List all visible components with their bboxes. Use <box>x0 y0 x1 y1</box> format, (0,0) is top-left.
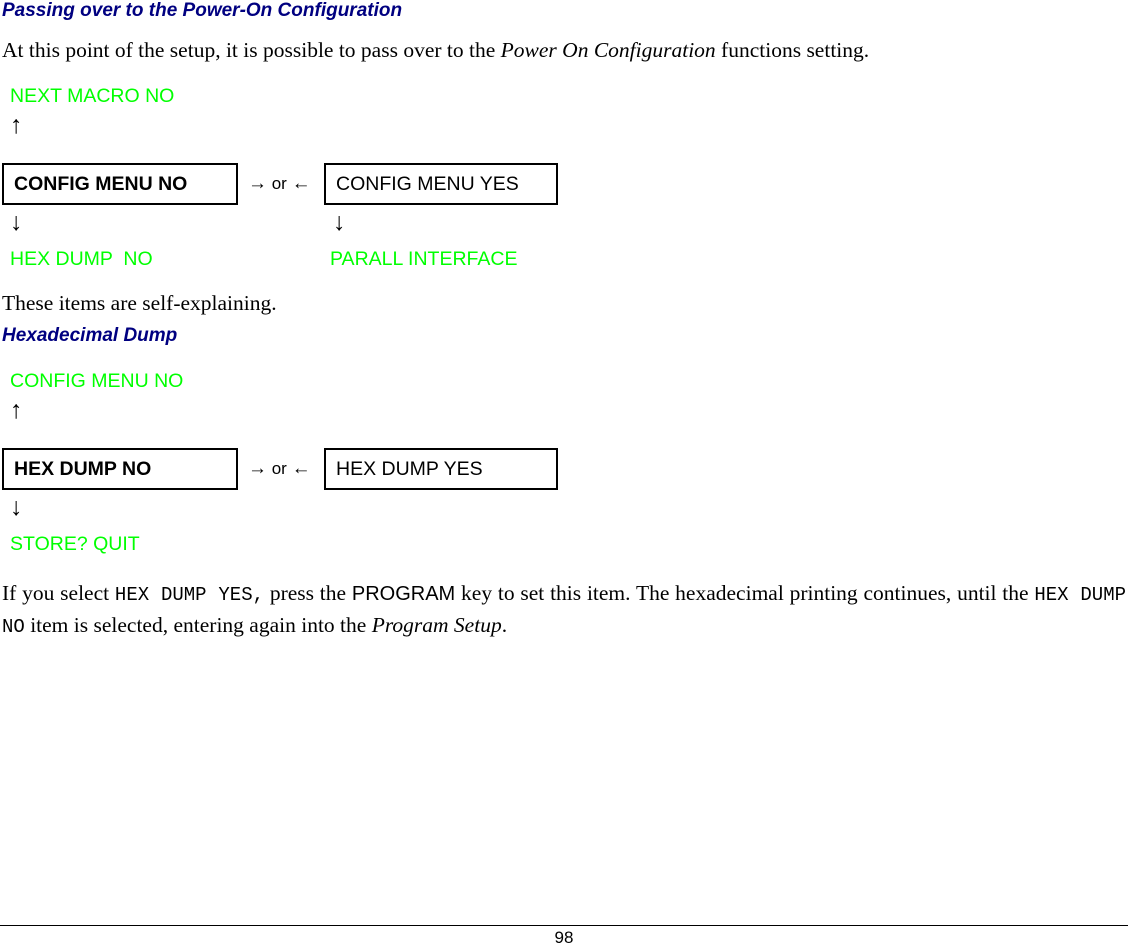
up-arrow-icon: ↑ <box>10 397 23 424</box>
heading-hexadecimal-dump: Hexadecimal Dump <box>2 325 178 346</box>
lcd-box-config-menu-yes-label: CONFIG MENU YES <box>336 172 519 195</box>
right-arrow-icon: → <box>248 173 267 194</box>
left-arrow-icon: ← <box>291 458 311 479</box>
down-arrow-right-icon: ↓ <box>333 209 346 236</box>
intro-term-power-on-configuration: Power On Configuration <box>500 38 716 62</box>
lcd-label-store-quit: STORE? QUIT <box>10 533 140 555</box>
down-arrow-left-icon: ↓ <box>10 494 23 521</box>
intro-text-after: functions setting. <box>715 38 870 62</box>
lcd-box-hex-dump-no-label: HEX DUMP NO <box>14 457 152 480</box>
heading-passing-over-to-power-on-configuration: Passing over to the Power-On Configurati… <box>2 0 403 21</box>
document-page: Passing over to the Power-On Configurati… <box>0 0 1128 948</box>
left-arrow-icon: ← <box>291 173 311 194</box>
final-key-program: PROGRAM <box>351 583 456 605</box>
final-text-4: item is selected, entering again into th… <box>24 613 372 637</box>
connector-or-label: or <box>267 459 292 478</box>
final-term-program-setup: Program Setup <box>371 613 502 637</box>
diagram-config-menu-navigation: NEXT MACRO NO ↑ CONFIG MENU NO → or ← CO… <box>0 85 600 275</box>
diagram-hex-dump-navigation: CONFIG MENU NO ↑ HEX DUMP NO → or ← HEX … <box>0 370 600 560</box>
paragraph-hex-dump-instructions: If you select HEX DUMP YES, press the PR… <box>2 578 1126 642</box>
connector-or-arrows: → or ← <box>248 173 311 195</box>
paragraph-intro: At this point of the setup, it is possib… <box>2 35 1126 65</box>
connector-or-label: or <box>267 174 292 193</box>
lcd-box-config-menu-no-label: CONFIG MENU NO <box>14 172 188 195</box>
page-number: 98 <box>554 928 574 947</box>
down-arrow-left-icon: ↓ <box>10 209 23 236</box>
up-arrow-icon: ↑ <box>10 112 23 139</box>
paragraph-self-explaining: These items are self-explaining. <box>2 291 277 315</box>
final-code-hex-dump-yes: HEX DUMP YES, <box>114 584 265 606</box>
lcd-box-config-menu-yes[interactable]: CONFIG MENU YES <box>324 163 558 205</box>
final-text-3: key to set this item. The hexadecimal pr… <box>455 581 1035 605</box>
final-text-2: press the <box>264 581 352 605</box>
intro-text-before: At this point of the setup, it is possib… <box>2 38 501 62</box>
lcd-label-next-macro-no: NEXT MACRO NO <box>10 85 175 107</box>
lcd-label-config-menu-no: CONFIG MENU NO <box>10 370 184 392</box>
lcd-box-hex-dump-yes[interactable]: HEX DUMP YES <box>324 448 558 490</box>
final-text-5: . <box>501 613 508 637</box>
lcd-label-hex-dump-no: HEX DUMP NO <box>10 248 153 270</box>
final-text-1: If you select <box>2 581 115 605</box>
lcd-box-hex-dump-no[interactable]: HEX DUMP NO <box>2 448 238 490</box>
connector-or-arrows: → or ← <box>248 458 311 480</box>
lcd-label-parall-interface: PARALL INTERFACE <box>330 248 518 270</box>
lcd-box-config-menu-no[interactable]: CONFIG MENU NO <box>2 163 238 205</box>
right-arrow-icon: → <box>248 458 267 479</box>
lcd-box-hex-dump-yes-label: HEX DUMP YES <box>336 457 483 480</box>
footer-divider <box>0 925 1128 926</box>
